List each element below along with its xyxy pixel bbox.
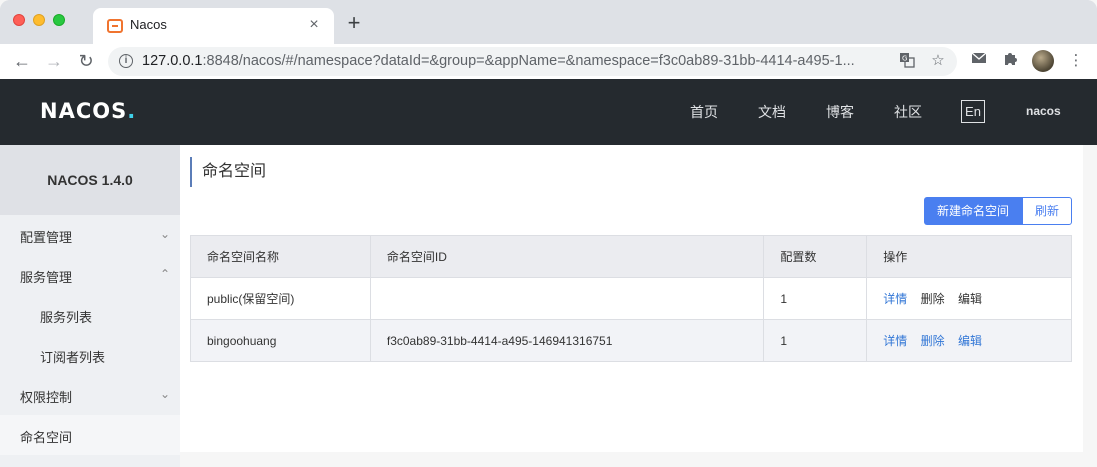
browser-tab[interactable]: Nacos × [93, 8, 334, 44]
browser-toolbar: ← → ↻ i 127.0.0.1:8848/nacos/#/namespace… [0, 44, 1097, 79]
reload-icon[interactable]: ↻ [75, 50, 97, 72]
user-menu[interactable]: nacos [1026, 104, 1061, 118]
nacos-logo[interactable]: NACOS. [40, 99, 136, 123]
chevron-down-icon: ⌄ [159, 227, 170, 241]
details-link[interactable]: 详情 [883, 334, 907, 348]
tab-close-icon[interactable]: × [304, 15, 324, 35]
table-header-row: 命名空间名称 命名空间ID 配置数 操作 [190, 235, 1072, 278]
sidebar-item-config-management[interactable]: 配置管理 ⌄ [0, 215, 180, 255]
namespace-id-cell [369, 277, 765, 320]
sidebar-title: NACOS 1.4.0 [47, 172, 133, 188]
column-header-name: 命名空间名称 [190, 235, 371, 278]
sidebar-item-namespace[interactable]: 命名空间 [0, 415, 180, 455]
mail-icon[interactable] [969, 51, 989, 71]
url-path: :8848/nacos/#/namespace?dataId=&group=&a… [202, 53, 855, 69]
chevron-down-icon: ⌄ [159, 387, 170, 401]
sidebar-header: NACOS 1.4.0 [0, 145, 180, 215]
new-tab-button[interactable]: + [343, 12, 365, 34]
sidebar-item-access-control[interactable]: 权限控制 ⌄ [0, 375, 180, 415]
extensions-icon[interactable] [1000, 51, 1020, 71]
scrollbar-track [1083, 145, 1097, 452]
address-bar[interactable]: i 127.0.0.1:8848/nacos/#/namespace?dataI… [108, 47, 957, 76]
sidebar-item-subscriber-list[interactable]: 订阅者列表 [0, 335, 180, 375]
content-panel: 命名空间 新建命名空间 刷新 命名空间名称 命名空间ID 配置数 操作 publ… [180, 145, 1083, 452]
column-header-config-count: 配置数 [763, 235, 868, 278]
nav-blog[interactable]: 博客 [826, 102, 854, 122]
delete-link[interactable]: 删除 [921, 334, 945, 348]
app-header: NACOS. 首页 文档 博客 社区 En nacos [0, 79, 1097, 145]
translate-icon[interactable]: G [898, 52, 916, 70]
column-header-id: 命名空间ID [369, 235, 765, 278]
sidebar-item-service-list[interactable]: 服务列表 [0, 295, 180, 335]
logo-dot: . [127, 99, 137, 123]
profile-avatar[interactable] [1032, 50, 1054, 72]
nacos-favicon-icon [107, 19, 123, 33]
info-icon[interactable]: i [119, 54, 133, 68]
sidebar-item-label: 服务列表 [40, 310, 93, 325]
namespace-name-cell: public(保留空间) [190, 277, 371, 320]
forward-icon[interactable]: → [43, 50, 65, 72]
svg-text:G: G [902, 55, 907, 63]
details-link[interactable]: 详情 [883, 292, 907, 306]
page-title: 命名空间 [190, 157, 266, 187]
nav-community[interactable]: 社区 [894, 102, 922, 122]
column-header-actions: 操作 [866, 235, 1072, 278]
star-icon[interactable]: ☆ [929, 52, 947, 70]
tab-title: Nacos [130, 17, 167, 32]
edit-link[interactable]: 编辑 [958, 334, 982, 348]
close-window-button[interactable] [13, 14, 25, 26]
namespace-id-cell: f3c0ab89-31bb-4414-a495-146941316751 [369, 319, 765, 362]
maximize-window-button[interactable] [53, 14, 65, 26]
nav-docs[interactable]: 文档 [758, 102, 786, 122]
delete-link-disabled: 删除 [920, 292, 945, 306]
sidebar-item-label: 服务管理 [20, 270, 73, 285]
main-area: 命名空间 新建命名空间 刷新 命名空间名称 命名空间ID 配置数 操作 publ… [180, 145, 1097, 467]
table-row: public(保留空间) 1 详情 删除 编辑 [190, 277, 1072, 320]
sidebar-item-label: 权限控制 [20, 390, 73, 405]
logo-text: NACOS [40, 99, 128, 123]
back-icon[interactable]: ← [11, 50, 33, 72]
menu-icon[interactable]: ⋮ [1066, 51, 1086, 71]
sidebar-item-label: 配置管理 [20, 230, 73, 245]
url-host: 127.0.0.1 [142, 53, 203, 69]
namespace-table: 命名空间名称 命名空间ID 配置数 操作 public(保留空间) 1 详情 删… [190, 235, 1072, 362]
sidebar: NACOS 1.4.0 配置管理 ⌄ 服务管理 ⌃ 服务列表 订阅者列表 权限控… [0, 145, 180, 467]
refresh-button[interactable]: 刷新 [1022, 197, 1072, 225]
minimize-window-button[interactable] [33, 14, 45, 26]
language-switch-button[interactable]: En [961, 100, 985, 123]
table-row: bingoohuang f3c0ab89-31bb-4414-a495-1469… [190, 319, 1072, 362]
chevron-up-icon: ⌃ [159, 267, 170, 281]
actions-cell: 详情 删除 编辑 [866, 319, 1072, 362]
sidebar-item-label: 命名空间 [20, 430, 73, 445]
nav-home[interactable]: 首页 [690, 102, 718, 122]
actions-cell: 详情 删除 编辑 [866, 277, 1072, 320]
config-count-cell: 1 [763, 319, 868, 362]
namespace-name-cell: bingoohuang [190, 319, 371, 362]
sidebar-item-service-management[interactable]: 服务管理 ⌃ [0, 255, 180, 295]
new-namespace-button[interactable]: 新建命名空间 [924, 197, 1022, 225]
tab-strip: Nacos × + [0, 0, 1097, 44]
edit-link-disabled: 编辑 [957, 292, 982, 306]
browser-window: Nacos × + ← → ↻ i 127.0.0.1:8848/nacos/#… [0, 0, 1097, 467]
config-count-cell: 1 [763, 277, 868, 320]
sidebar-item-label: 订阅者列表 [40, 350, 106, 365]
url-text: 127.0.0.1:8848/nacos/#/namespace?dataId=… [142, 53, 855, 69]
